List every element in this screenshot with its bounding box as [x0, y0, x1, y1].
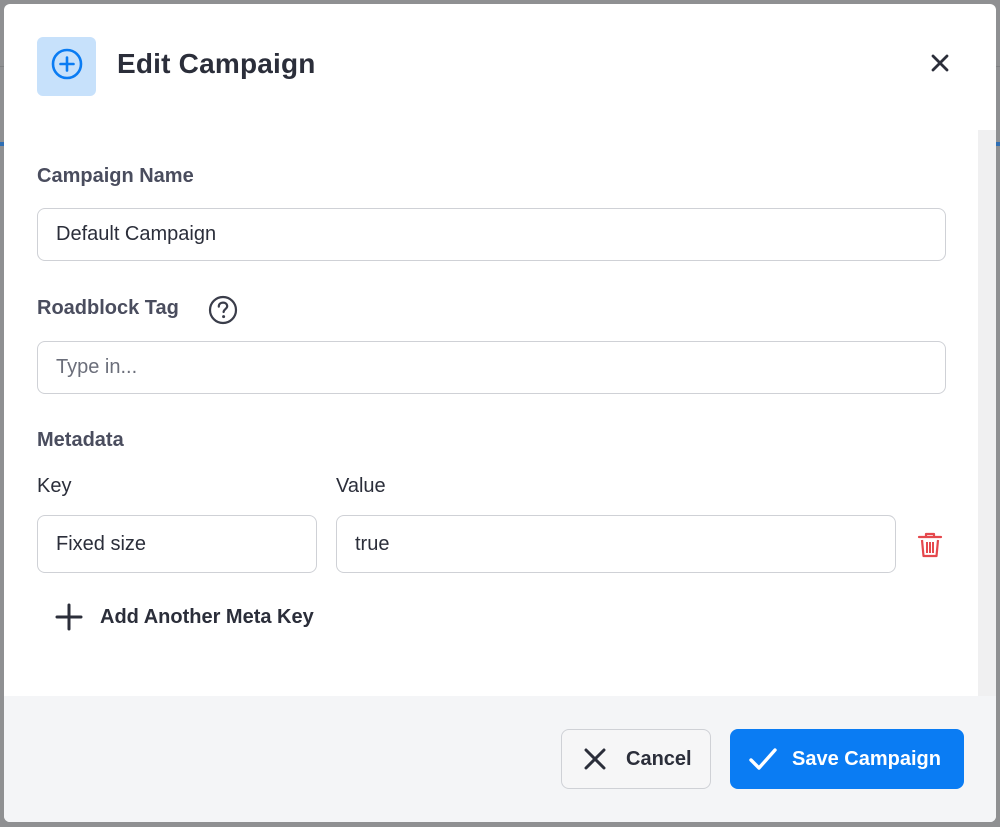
- metadata-key-label: Key: [37, 475, 72, 497]
- save-campaign-button[interactable]: Save Campaign: [730, 729, 964, 789]
- metadata-value-input[interactable]: [336, 515, 896, 573]
- plus-icon: [54, 602, 84, 632]
- add-meta-key-button[interactable]: Add Another Meta Key: [54, 602, 314, 632]
- backdrop-accent: [996, 142, 1000, 146]
- metadata-value-label: Value: [336, 475, 386, 497]
- trash-icon[interactable]: [916, 530, 944, 560]
- edit-campaign-modal: Edit Campaign Campaign Name Roadblock Ta…: [4, 4, 996, 822]
- plus-circle-icon: [50, 47, 84, 86]
- close-icon: [582, 746, 608, 772]
- roadblock-tag-label: Roadblock Tag: [37, 297, 179, 319]
- save-campaign-label: Save Campaign: [792, 747, 941, 770]
- metadata-key-input[interactable]: [37, 515, 317, 573]
- modal-footer: Cancel Save Campaign: [4, 696, 996, 822]
- campaign-name-input[interactable]: [37, 208, 946, 261]
- add-meta-key-label: Add Another Meta Key: [100, 605, 314, 628]
- close-icon: [929, 52, 951, 79]
- metadata-label: Metadata: [37, 429, 124, 451]
- campaign-name-label: Campaign Name: [37, 165, 194, 187]
- modal-header: Edit Campaign: [4, 4, 996, 128]
- check-icon: [748, 744, 778, 774]
- roadblock-tag-input[interactable]: [37, 341, 946, 394]
- scrollbar[interactable]: [978, 130, 996, 696]
- cancel-label: Cancel: [626, 747, 692, 770]
- close-button[interactable]: [925, 50, 955, 80]
- header-icon-tile: [37, 37, 96, 96]
- help-circle-icon[interactable]: [208, 295, 238, 325]
- cancel-button[interactable]: Cancel: [561, 729, 711, 789]
- modal-title: Edit Campaign: [117, 48, 316, 79]
